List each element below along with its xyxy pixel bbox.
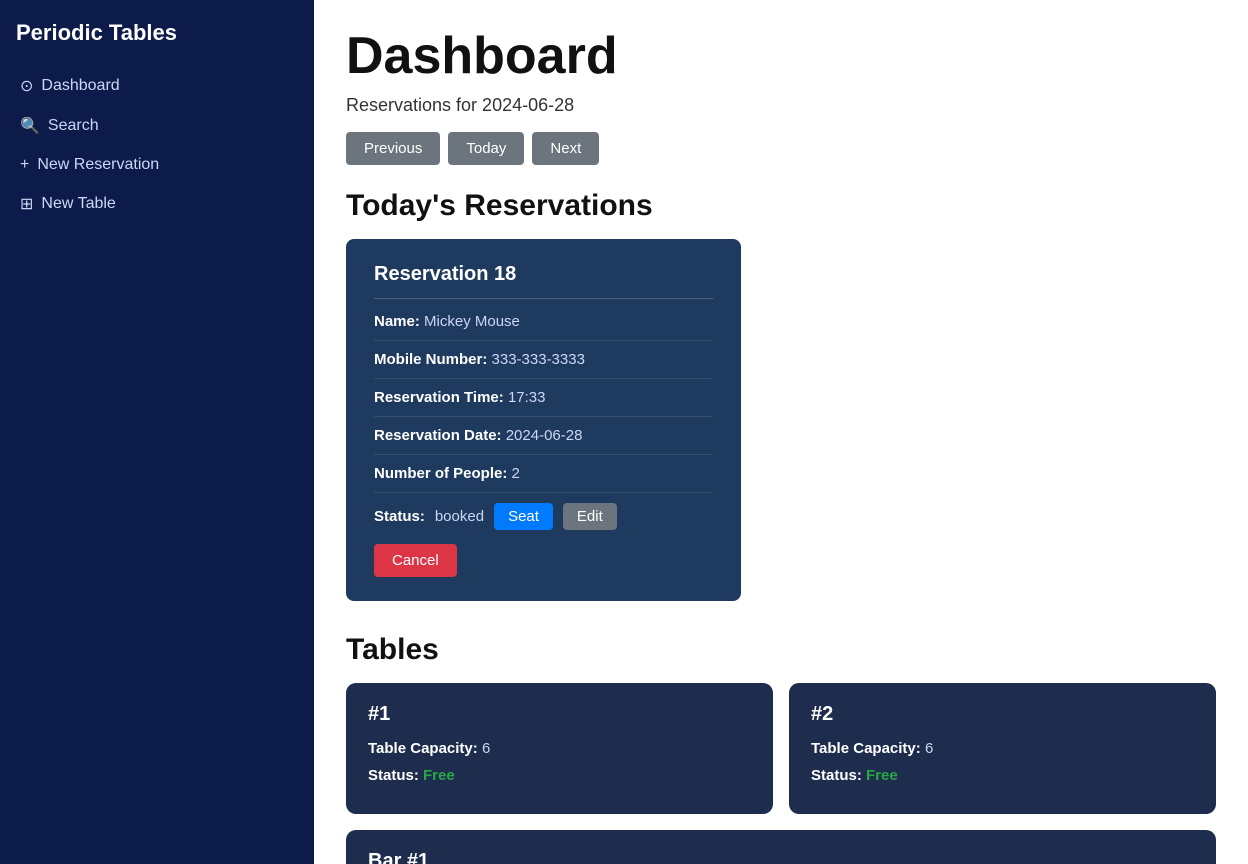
reservation-name-label: Name: [374,313,420,330]
table-2-capacity-label: Table Capacity: [811,740,921,757]
reservations-for-label: Reservations for 2024-06-28 [346,95,1216,116]
reservation-people-field: Number of People: 2 [374,465,713,493]
table-1-capacity: Table Capacity: 6 [368,740,751,757]
reservation-card: Reservation 18 Name: Mickey Mouse Mobile… [346,239,741,601]
today-reservations-title: Today's Reservations [346,189,1216,223]
reservation-mobile-label: Mobile Number: [374,351,487,368]
reservation-mobile-value: 333-333-3333 [492,351,585,368]
sidebar-item-new-table[interactable]: ⊞ New Table [16,188,298,220]
sidebar-item-dashboard-label: Dashboard [41,77,119,95]
sidebar-item-new-reservation-label: New Reservation [37,156,159,174]
reservation-people-value: 2 [512,465,520,482]
reservation-name-value: Mickey Mouse [424,313,520,330]
reservation-people-label: Number of People: [374,465,507,482]
table-2-status-value: Free [866,767,898,784]
table-2-status: Status: Free [811,767,1194,784]
today-button[interactable]: Today [448,132,524,165]
sidebar-item-new-table-label: New Table [41,195,115,213]
next-button[interactable]: Next [532,132,599,165]
sidebar: Periodic Tables ⊙ Dashboard 🔍 Search + N… [0,0,314,864]
plus-icon: + [20,156,29,174]
reservation-status-row: Status: booked Seat Edit [374,503,713,530]
table-1-status-value: Free [423,767,455,784]
cancel-button[interactable]: Cancel [374,544,457,577]
table-card-2: #2 Table Capacity: 6 Status: Free [789,683,1216,814]
reservation-time-label: Reservation Time: [374,389,504,406]
reservation-status-value: booked [435,508,484,525]
reservation-date-value: 2024-06-28 [506,427,583,444]
table-card-1: #1 Table Capacity: 6 Status: Free [346,683,773,814]
reservation-date-field: Reservation Date: 2024-06-28 [374,427,713,455]
sidebar-item-new-reservation[interactable]: + New Reservation [16,150,298,180]
edit-button[interactable]: Edit [563,503,617,530]
table-2-title: #2 [811,703,1194,726]
app-title: Periodic Tables [16,20,298,46]
search-icon: 🔍 [20,116,40,136]
main-content: Dashboard Reservations for 2024-06-28 Pr… [314,0,1248,864]
reservation-date-label: Reservation Date: [374,427,502,444]
reservation-time-field: Reservation Time: 17:33 [374,389,713,417]
previous-button[interactable]: Previous [346,132,440,165]
table-1-title: #1 [368,703,751,726]
table-1-capacity-value: 6 [482,740,490,757]
reservation-time-value: 17:33 [508,389,546,406]
table-card-bar1: Bar #1 Table Capacity: 1 Status: Free [346,830,1216,864]
table-1-status-label: Status: [368,767,419,784]
seat-button[interactable]: Seat [494,503,553,530]
sidebar-item-dashboard[interactable]: ⊙ Dashboard [16,70,298,102]
table-2-status-label: Status: [811,767,862,784]
table-2-capacity: Table Capacity: 6 [811,740,1194,757]
table-1-status: Status: Free [368,767,751,784]
table-1-capacity-label: Table Capacity: [368,740,478,757]
reservation-status-label: Status: [374,508,425,525]
table-bar1-title: Bar #1 [368,850,1194,864]
tables-grid: #1 Table Capacity: 6 Status: Free #2 Tab… [346,683,1216,864]
sidebar-item-search[interactable]: 🔍 Search [16,110,298,142]
page-title: Dashboard [346,28,1216,85]
dashboard-icon: ⊙ [20,76,33,96]
reservation-title: Reservation 18 [374,263,713,299]
table-icon: ⊞ [20,194,33,214]
tables-title: Tables [346,633,1216,667]
date-nav-buttons: Previous Today Next [346,132,1216,165]
reservation-name-field: Name: Mickey Mouse [374,313,713,341]
reservation-mobile-field: Mobile Number: 333-333-3333 [374,351,713,379]
table-2-capacity-value: 6 [925,740,933,757]
sidebar-item-search-label: Search [48,117,99,135]
